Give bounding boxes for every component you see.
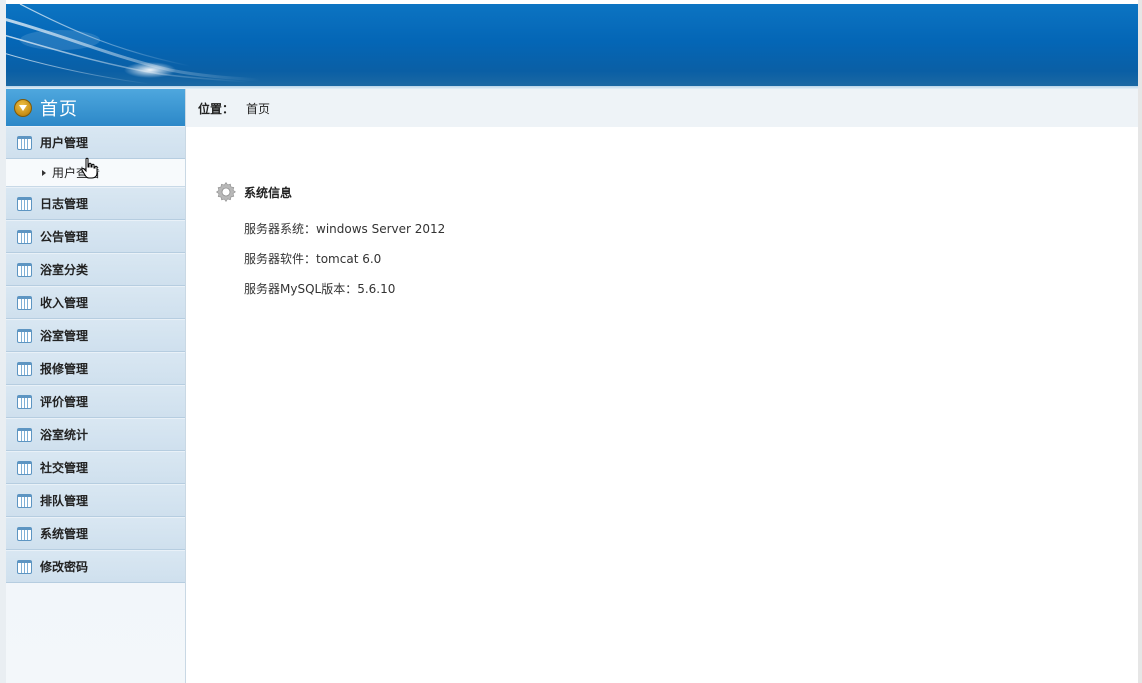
home-arrow-icon	[14, 98, 32, 117]
system-info-header: 系统信息	[214, 180, 292, 204]
breadcrumb-label: 位置：	[198, 101, 235, 116]
triangle-right-icon	[42, 169, 46, 176]
sidebar-item-label: 排队管理	[40, 494, 89, 508]
system-info-title: 系统信息	[244, 185, 293, 200]
banner-swoosh-graphic	[0, 4, 261, 85]
calendar-icon	[17, 526, 32, 541]
sidebar-item-bathroom-category[interactable]: 浴室分类	[6, 253, 185, 286]
server-mysql-line: 服务器MySQL版本：5.6.10	[244, 282, 396, 296]
calendar-icon	[17, 135, 32, 150]
calendar-icon	[17, 262, 32, 277]
left-edge	[0, 0, 6, 683]
sidebar-item-change-password[interactable]: 修改密码	[6, 550, 185, 583]
sidebar-item-label: 浴室统计	[40, 428, 89, 442]
right-edge	[1138, 0, 1142, 683]
hand-cursor-icon	[81, 157, 98, 179]
sidebar-header[interactable]: 首页	[6, 89, 185, 126]
sidebar-item-notice-management[interactable]: 公告管理	[6, 220, 185, 253]
sidebar-header-title: 首页	[40, 98, 78, 120]
sidebar-item-label: 修改密码	[40, 560, 89, 574]
calendar-icon	[17, 427, 32, 442]
sidebar-item-repair-management[interactable]: 报修管理	[6, 352, 185, 385]
sidebar-item-log-management[interactable]: 日志管理	[6, 187, 185, 220]
calendar-icon	[17, 394, 32, 409]
top-strip	[0, 0, 1142, 4]
sidebar-item-label: 收入管理	[40, 296, 89, 310]
sidebar-item-social-management[interactable]: 社交管理	[6, 451, 185, 484]
calendar-icon	[17, 493, 32, 508]
calendar-icon	[17, 460, 32, 475]
sidebar-item-queue-management[interactable]: 排队管理	[6, 484, 185, 517]
calendar-icon	[17, 559, 32, 574]
calendar-icon	[17, 295, 32, 310]
sidebar-item-label: 浴室分类	[40, 263, 89, 277]
server-os-line: 服务器系统：windows Server 2012	[244, 222, 446, 236]
breadcrumb-current[interactable]: 首页	[246, 100, 270, 117]
calendar-icon	[17, 328, 32, 343]
sidebar-item-label: 日志管理	[40, 197, 89, 211]
sidebar-item-system-management[interactable]: 系统管理	[6, 517, 185, 550]
sidebar-item-review-management[interactable]: 评价管理	[6, 385, 185, 418]
breadcrumb: 位置： 首页	[186, 89, 1138, 127]
sidebar-item-user-management[interactable]: 用户管理	[6, 126, 185, 159]
sidebar-item-bathroom-management[interactable]: 浴室管理	[6, 319, 185, 352]
sidebar-item-income-management[interactable]: 收入管理	[6, 286, 185, 319]
calendar-icon	[17, 229, 32, 244]
sidebar-item-label: 公告管理	[40, 230, 89, 244]
sidebar-item-label: 社交管理	[40, 461, 89, 475]
sidebar-item-label: 评价管理	[40, 395, 89, 409]
app-window: 首页 用户管理 用户查看 日志管理 公告管理 浴室分类 收入管理 浴室管理 报修…	[0, 0, 1142, 683]
header-banner	[0, 4, 1142, 88]
calendar-icon	[17, 196, 32, 211]
sidebar-item-label: 报修管理	[40, 362, 89, 376]
sidebar-item-label: 浴室管理	[40, 329, 89, 343]
server-software-line: 服务器软件：tomcat 6.0	[244, 252, 382, 266]
calendar-icon	[17, 361, 32, 376]
sidebar-item-label: 用户管理	[40, 136, 89, 150]
gear-icon	[215, 181, 236, 203]
sidebar-item-label: 系统管理	[40, 527, 89, 541]
sidebar-item-bathroom-statistics[interactable]: 浴室统计	[6, 418, 185, 451]
